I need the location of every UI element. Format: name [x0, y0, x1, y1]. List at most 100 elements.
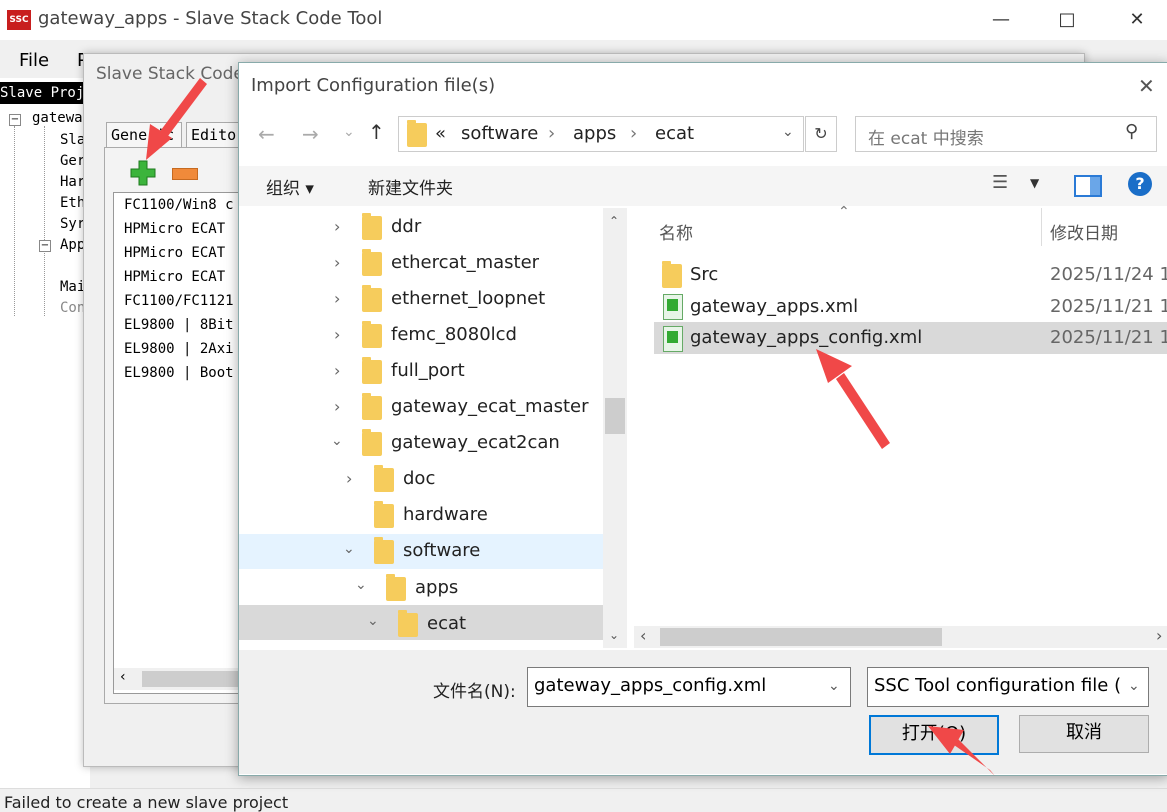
- nav-folder-ecat[interactable]: ecat: [427, 613, 466, 634]
- expand-icon[interactable]: ›: [334, 325, 340, 344]
- collapse-chevron-icon[interactable]: ⌄: [367, 613, 379, 629]
- tree-item[interactable]: Ger: [60, 153, 85, 169]
- folder-icon: [374, 465, 394, 492]
- slave-stack-dialog-title: Slave Stack Code: [96, 64, 244, 84]
- list-item[interactable]: FC1100/FC1121: [124, 293, 244, 309]
- nav-folder-ethernet-loopnet[interactable]: ethernet_loopnet: [391, 288, 545, 309]
- cancel-button[interactable]: 取消: [1019, 715, 1149, 753]
- list-item[interactable]: EL9800 | 2Axi: [124, 341, 244, 357]
- scroll-left-icon[interactable]: ‹: [640, 626, 646, 645]
- expand-icon[interactable]: ›: [334, 217, 340, 236]
- list-item[interactable]: EL9800 | 8Bit: [124, 317, 244, 333]
- nav-folder-gateway-ecat2can[interactable]: gateway_ecat2can: [391, 432, 560, 453]
- nav-folder-full-port[interactable]: full_port: [391, 360, 465, 381]
- file-item-src[interactable]: Src: [690, 264, 718, 285]
- preview-pane-icon[interactable]: [1074, 175, 1102, 197]
- tree-item[interactable]: App: [60, 237, 85, 253]
- expand-icon[interactable]: ›: [334, 253, 340, 272]
- collapse-chevron-icon[interactable]: ⌄: [331, 433, 343, 449]
- collapse-chevron-icon[interactable]: ⌄: [355, 577, 367, 593]
- folder-icon: [407, 120, 427, 147]
- remove-icon[interactable]: [172, 168, 198, 180]
- filetype-select[interactable]: SSC Tool configuration file (: [867, 667, 1149, 707]
- nav-scroll-thumb[interactable]: [605, 398, 625, 434]
- scroll-right-icon[interactable]: ›: [1156, 626, 1162, 645]
- file-item-gateway-apps-config[interactable]: gateway_apps_config.xml: [690, 327, 922, 348]
- collapse-chevron-icon[interactable]: ⌄: [343, 541, 355, 557]
- help-icon[interactable]: ?: [1128, 172, 1152, 196]
- tree-item[interactable]: Eth: [60, 195, 85, 211]
- breadcrumb-separator-icon[interactable]: ›: [548, 123, 555, 144]
- nav-folder-gateway-ecat-master[interactable]: gateway_ecat_master: [391, 396, 589, 417]
- nav-folder-ethercat-master[interactable]: ethercat_master: [391, 252, 539, 273]
- maximize-button[interactable]: □: [1042, 6, 1092, 34]
- scroll-left-icon[interactable]: ‹: [120, 669, 126, 685]
- nav-folder-apps[interactable]: apps: [415, 577, 458, 598]
- collapse-icon[interactable]: −: [39, 240, 51, 252]
- status-text: Failed to create a new slave project: [4, 793, 289, 812]
- breadcrumb-software[interactable]: software: [461, 123, 538, 144]
- scroll-up-icon[interactable]: ⌃: [609, 214, 619, 228]
- list-item[interactable]: HPMicro ECAT: [124, 245, 244, 261]
- tree-item-root[interactable]: gatewa: [32, 110, 83, 126]
- scroll-down-icon[interactable]: ⌄: [609, 628, 619, 642]
- file-item-gateway-apps[interactable]: gateway_apps.xml: [690, 296, 858, 317]
- expand-icon[interactable]: ›: [334, 289, 340, 308]
- back-arrow-icon[interactable]: ←: [258, 122, 275, 146]
- organize-button[interactable]: 组织 ▾: [266, 174, 314, 199]
- refresh-icon[interactable]: ↻: [805, 116, 837, 152]
- nav-folder-femc-8080lcd[interactable]: femc_8080lcd: [391, 324, 517, 345]
- sort-ascending-icon: ⌃: [838, 204, 850, 220]
- list-item[interactable]: HPMicro ECAT: [124, 269, 244, 285]
- view-options-icon[interactable]: ☰: [992, 172, 1008, 193]
- list-item[interactable]: EL9800 | Boot: [124, 365, 244, 381]
- import-dialog-title: Import Configuration file(s): [251, 75, 496, 96]
- minimize-button[interactable]: —: [976, 6, 1026, 34]
- search-icon[interactable]: ⚲: [1125, 121, 1138, 142]
- recent-dropdown-icon[interactable]: ⌄: [343, 124, 355, 140]
- list-item[interactable]: HPMicro ECAT: [124, 221, 244, 237]
- folder-icon: [398, 610, 418, 637]
- forward-arrow-icon[interactable]: →: [302, 122, 319, 146]
- column-header-name[interactable]: 名称: [659, 219, 693, 244]
- column-header-date[interactable]: 修改日期: [1050, 219, 1118, 244]
- nav-selected-highlight: [239, 605, 603, 640]
- filename-input[interactable]: gateway_apps_config.xml: [527, 667, 851, 707]
- tree-item[interactable]: Con: [60, 300, 85, 316]
- file-scroll-thumb[interactable]: [660, 628, 942, 646]
- tree-item[interactable]: Har: [60, 174, 85, 190]
- list-item[interactable]: FC1100/Win8 c: [124, 197, 244, 213]
- open-button[interactable]: 打开(O): [869, 715, 999, 755]
- nav-folder-doc[interactable]: doc: [403, 468, 435, 489]
- up-arrow-icon[interactable]: ↑: [368, 120, 385, 144]
- address-dropdown-icon[interactable]: ⌄: [782, 124, 794, 140]
- filetype-dropdown-icon[interactable]: ⌄: [1128, 678, 1140, 694]
- expand-icon[interactable]: ›: [334, 361, 340, 380]
- menu-file[interactable]: File: [19, 50, 49, 71]
- file-date: 2025/11/21 1: [1050, 296, 1167, 317]
- file-date: 2025/11/24 14: [1050, 264, 1167, 285]
- tree-item[interactable]: Syr: [60, 216, 85, 232]
- breadcrumb-apps[interactable]: apps: [573, 123, 616, 144]
- view-dropdown-icon[interactable]: ▼: [1030, 176, 1039, 190]
- expand-icon[interactable]: ›: [346, 469, 352, 488]
- nav-folder-software[interactable]: software: [403, 540, 480, 561]
- dialog-close-icon[interactable]: ✕: [1138, 74, 1155, 98]
- tree-item[interactable]: Mai: [60, 279, 85, 295]
- nav-folder-hardware[interactable]: hardware: [403, 504, 488, 525]
- nav-folder-ddr[interactable]: ddr: [391, 216, 421, 237]
- scroll-thumb[interactable]: [142, 671, 238, 687]
- collapse-icon[interactable]: −: [9, 114, 21, 126]
- tab-editor[interactable]: Edito: [186, 122, 242, 147]
- breadcrumb-separator-icon[interactable]: ›: [630, 123, 637, 144]
- expand-icon[interactable]: ›: [334, 397, 340, 416]
- new-folder-button[interactable]: 新建文件夹: [368, 174, 453, 199]
- tab-generic[interactable]: Generic: [106, 122, 182, 147]
- column-divider[interactable]: [1041, 208, 1042, 246]
- breadcrumb-ecat[interactable]: ecat: [655, 123, 694, 144]
- add-icon[interactable]: [130, 160, 156, 186]
- close-button[interactable]: ✕: [1112, 6, 1162, 34]
- filename-dropdown-icon[interactable]: ⌄: [828, 678, 840, 694]
- breadcrumb-overflow[interactable]: «: [435, 123, 446, 144]
- tree-item[interactable]: Sla: [60, 132, 85, 148]
